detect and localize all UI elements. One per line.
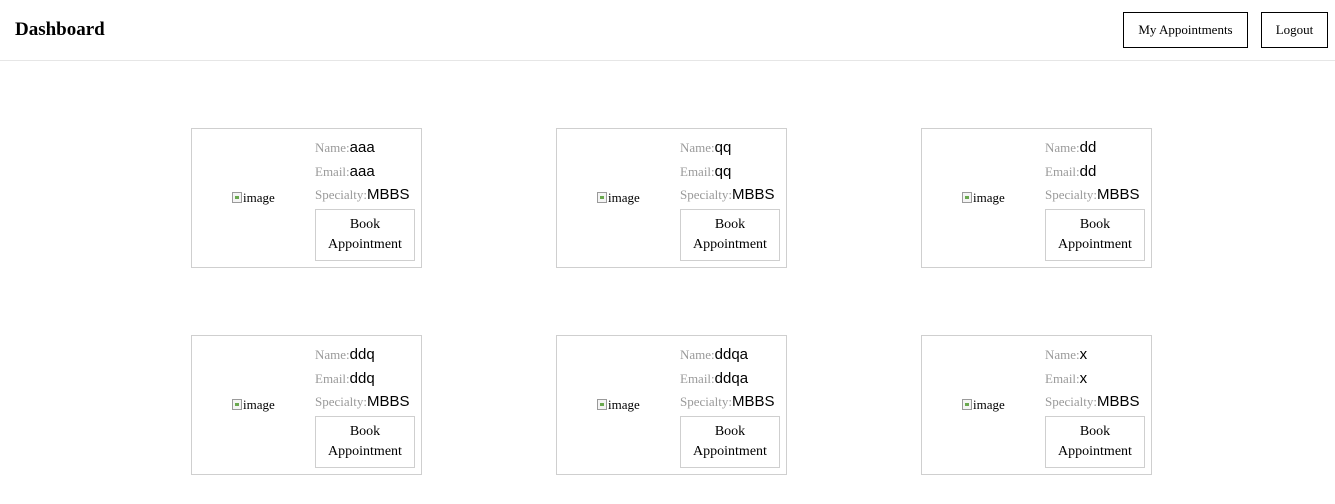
book-appointment-button[interactable]: Book Appointment [680, 416, 780, 468]
name-label: Name: [1045, 347, 1080, 362]
email-label: Email: [1045, 370, 1080, 386]
doctor-image: image [597, 397, 640, 412]
doctor-email: qq [714, 162, 732, 180]
name-label: Name: [1045, 140, 1080, 155]
doctor-email: dd [1079, 162, 1097, 180]
doctor-specialty: MBBS [732, 393, 775, 410]
email-label: Email: [680, 370, 715, 386]
doctor-email: x [1079, 369, 1088, 387]
doctor-info: Name:ddq Email:ddq Specialty:MBBS [315, 346, 420, 417]
book-appointment-button[interactable]: Book Appointment [1045, 416, 1145, 468]
doctor-specialty: MBBS [732, 186, 775, 203]
doctor-image: image [597, 190, 640, 205]
name-label: Name: [315, 140, 350, 155]
doctor-email: aaa [349, 162, 375, 180]
doctor-specialty: MBBS [367, 393, 410, 410]
doctor-card: image Name:qq Email:qq Specialty:MBBS Bo… [556, 128, 787, 268]
doctor-name: x [1079, 346, 1088, 363]
doctor-name: dd [1079, 139, 1097, 156]
doctor-card: image Name:ddq Email:ddq Specialty:MBBS … [191, 335, 422, 475]
specialty-label: Specialty: [315, 187, 367, 202]
book-appointment-button[interactable]: Book Appointment [315, 209, 415, 261]
doctor-info: Name:ddqa Email:ddqa Specialty:MBBS [680, 346, 785, 417]
doctor-specialty: MBBS [367, 186, 410, 203]
doctor-image: image [962, 397, 1005, 412]
doctor-name: ddq [349, 346, 375, 363]
specialty-label: Specialty: [1045, 187, 1097, 202]
broken-image-icon [597, 192, 607, 203]
doctor-card: image Name:dd Email:dd Specialty:MBBS Bo… [921, 128, 1152, 268]
book-appointment-button[interactable]: Book Appointment [315, 416, 415, 468]
name-label: Name: [315, 347, 350, 362]
doctor-name: aaa [349, 139, 375, 156]
my-appointments-button[interactable]: My Appointments [1123, 12, 1248, 48]
broken-image-icon [232, 399, 242, 410]
doctor-card: image Name:ddqa Email:ddqa Specialty:MBB… [556, 335, 787, 475]
doctor-image: image [232, 397, 275, 412]
name-label: Name: [680, 347, 715, 362]
doctor-name: ddqa [714, 346, 749, 363]
doctor-info: Name:qq Email:qq Specialty:MBBS [680, 139, 785, 210]
email-label: Email: [680, 163, 715, 179]
specialty-label: Specialty: [1045, 394, 1097, 409]
name-label: Name: [680, 140, 715, 155]
email-label: Email: [315, 370, 350, 386]
book-appointment-button[interactable]: Book Appointment [680, 209, 780, 261]
doctor-specialty: MBBS [1097, 186, 1140, 203]
doctor-image: image [962, 190, 1005, 205]
doctor-info: Name:dd Email:dd Specialty:MBBS [1045, 139, 1150, 210]
broken-image-icon [962, 192, 972, 203]
email-label: Email: [315, 163, 350, 179]
logout-button[interactable]: Logout [1261, 12, 1328, 48]
doctor-info: Name:aaa Email:aaa Specialty:MBBS [315, 139, 420, 210]
doctor-card: image Name:x Email:x Specialty:MBBS Book… [921, 335, 1152, 475]
email-label: Email: [1045, 163, 1080, 179]
broken-image-icon [597, 399, 607, 410]
doctor-email: ddq [349, 369, 375, 387]
doctor-email: ddqa [714, 369, 749, 387]
specialty-label: Specialty: [680, 187, 732, 202]
page-title: Dashboard [15, 19, 105, 40]
specialty-label: Specialty: [680, 394, 732, 409]
broken-image-icon [962, 399, 972, 410]
doctor-info: Name:x Email:x Specialty:MBBS [1045, 346, 1150, 417]
doctor-specialty: MBBS [1097, 393, 1140, 410]
top-bar: Dashboard My Appointments Logout [0, 0, 1335, 61]
doctor-image: image [232, 190, 275, 205]
broken-image-icon [232, 192, 242, 203]
doctor-name: qq [714, 139, 732, 156]
book-appointment-button[interactable]: Book Appointment [1045, 209, 1145, 261]
doctor-card: image Name:aaa Email:aaa Specialty:MBBS … [191, 128, 422, 268]
specialty-label: Specialty: [315, 394, 367, 409]
